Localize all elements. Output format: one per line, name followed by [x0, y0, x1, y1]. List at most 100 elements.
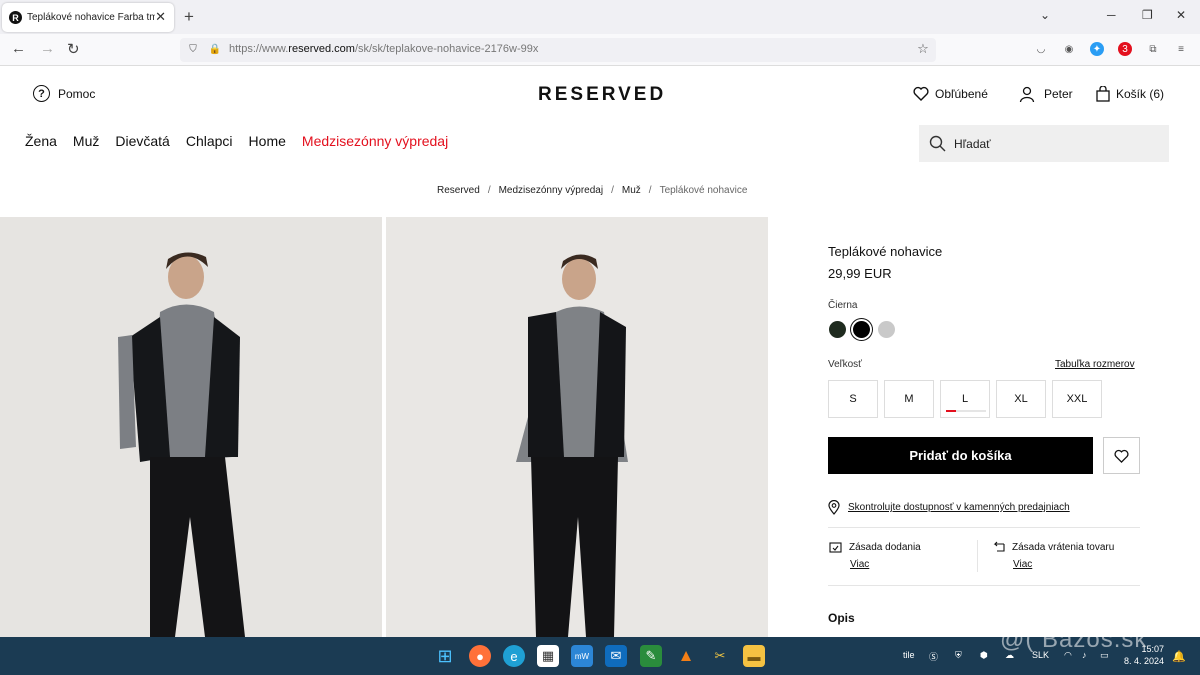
breadcrumb-current: Teplákové nohavice	[659, 185, 748, 196]
breadcrumb-separator: /	[487, 185, 491, 196]
extension-red-icon[interactable]: 3	[1118, 42, 1132, 56]
forward-icon[interactable]: →	[40, 40, 55, 57]
breadcrumb-item[interactable]: Medzisezónny výpredaj	[499, 185, 604, 196]
account-icon[interactable]: ◉	[1062, 42, 1076, 56]
help-link[interactable]: ? Pomoc	[33, 85, 95, 102]
back-icon[interactable]: ←	[11, 40, 26, 57]
file-explorer-icon[interactable]: ▬	[743, 645, 765, 667]
nav-item-zena[interactable]: Žena	[25, 133, 57, 149]
product-name: Teplákové nohavice	[828, 244, 943, 259]
product-photo-1[interactable]	[0, 217, 382, 637]
add-to-favorites-button[interactable]	[1103, 437, 1140, 474]
nav-item-dievcata[interactable]: Dievčatá	[115, 133, 169, 149]
firefox-icon[interactable]: ●	[469, 645, 491, 667]
size-option-m[interactable]: M	[884, 380, 934, 418]
search-icon	[929, 135, 946, 152]
tab-list-chevron-icon[interactable]: ⌄	[1040, 8, 1050, 22]
question-icon: ?	[33, 85, 50, 102]
nav-item-home[interactable]: Home	[249, 133, 286, 149]
color-swatch-grey[interactable]	[878, 321, 895, 338]
low-stock-fill	[946, 410, 956, 412]
reserved-favicon-icon: R	[9, 11, 22, 24]
app-icon[interactable]: ✎	[640, 645, 662, 667]
size-option-s[interactable]: S	[828, 380, 878, 418]
nav-item-muz[interactable]: Muž	[73, 133, 99, 149]
lock-icon: 🔒	[208, 43, 222, 55]
main-navigation: Žena Muž Dievčatá Chlapci Home Medzisezó…	[25, 133, 448, 149]
color-label: Čierna	[828, 300, 858, 311]
product-photo-2[interactable]	[386, 217, 768, 637]
edge-icon[interactable]: e	[503, 645, 525, 667]
store-availability-label: Skontrolujte dostupnosť v kamenných pred…	[848, 502, 1070, 513]
bag-icon	[1096, 86, 1110, 102]
breadcrumb: Reserved / Medzisezónny výpredaj / Muž / Te…	[437, 185, 747, 196]
breadcrumb-separator: /	[648, 185, 652, 196]
store-icon[interactable]: ▦	[537, 645, 559, 667]
size-option-xl[interactable]: XL	[996, 380, 1046, 418]
mail-icon[interactable]: ✉	[605, 645, 627, 667]
reload-icon[interactable]: ↻	[67, 40, 80, 58]
description-heading[interactable]: Opis	[828, 611, 855, 625]
low-stock-indicator	[946, 410, 986, 412]
search-placeholder: Hľadať	[954, 136, 991, 151]
user-icon	[1019, 86, 1035, 102]
url-text[interactable]: https://www.reserved.com/sk/sk/teplakove…	[229, 43, 538, 55]
heart-icon	[913, 86, 929, 101]
cart-link[interactable]: Košík (6)	[1096, 86, 1164, 102]
size-chart-link[interactable]: Tabuľka rozmerov	[1055, 359, 1135, 370]
location-pin-icon	[828, 500, 840, 515]
browser-tabbar: R Teplákové nohavice Farba tmavo ✕ + ⌄ ─…	[0, 0, 1200, 34]
notification-bell-icon[interactable]: 🔔	[1172, 650, 1186, 663]
store-availability-link[interactable]: Skontrolujte dostupnosť v kamenných pred…	[828, 500, 1070, 515]
delivery-policy: Zásada dodania Viac	[829, 541, 921, 570]
watermark: @( Bazos.sk	[1000, 626, 1148, 653]
vpn-icon[interactable]: ⬢	[980, 650, 988, 661]
return-arrow-icon	[993, 541, 1005, 552]
divider	[977, 540, 978, 572]
pocket-icon[interactable]: ◡	[1034, 42, 1048, 56]
defender-icon[interactable]: ⛨	[955, 650, 962, 661]
clock-date: 8. 4. 2024	[1124, 656, 1165, 666]
close-tab-icon[interactable]: ✕	[155, 9, 166, 25]
extension-blue-icon[interactable]: ✦	[1090, 42, 1104, 56]
tools-icon[interactable]: ✂	[709, 645, 731, 667]
menu-icon[interactable]: ≡	[1174, 42, 1188, 56]
delivery-policy-label: Zásada dodania	[849, 541, 921, 553]
user-label: Peter	[1044, 87, 1073, 101]
windows-start-icon[interactable]: ⊞	[434, 645, 456, 667]
size-option-l-label: L	[961, 393, 969, 405]
tab-title: Teplákové nohavice Farba tmavo	[27, 12, 155, 23]
color-swatch-black[interactable]	[853, 321, 870, 338]
browser-tab[interactable]: R Teplákové nohavice Farba tmavo ✕	[2, 3, 174, 32]
return-more-link[interactable]: Viac	[1013, 559, 1114, 570]
size-option-xxl[interactable]: XXL	[1052, 380, 1102, 418]
heart-icon	[1114, 449, 1129, 463]
extensions-puzzle-icon[interactable]: ⧉	[1146, 42, 1160, 56]
color-swatch-dark-green[interactable]	[829, 321, 846, 338]
minimize-icon[interactable]: ─	[1107, 8, 1116, 22]
search-input[interactable]: Hľadať	[919, 125, 1169, 162]
breadcrumb-item[interactable]: Reserved	[437, 185, 480, 196]
new-tab-icon[interactable]: +	[184, 7, 194, 27]
skype-icon[interactable]: Ⓢ	[929, 650, 938, 663]
nav-item-chlapci[interactable]: Chlapci	[186, 133, 233, 149]
close-window-icon[interactable]: ✕	[1176, 8, 1186, 22]
help-label: Pomoc	[58, 86, 96, 101]
tray-tile-label[interactable]: tile	[903, 650, 915, 660]
site-logo[interactable]: RESERVED	[538, 84, 666, 106]
add-to-cart-button[interactable]: Pridať do košíka	[828, 437, 1093, 474]
mobile-app-icon[interactable]: mW	[571, 645, 593, 667]
restore-icon[interactable]: ❐	[1142, 8, 1153, 22]
account-link[interactable]: Peter	[1019, 86, 1073, 102]
delivery-more-link[interactable]: Viac	[850, 559, 921, 570]
calendar-truck-icon	[829, 542, 842, 553]
return-policy-label: Zásada vrátenia tovaru	[1012, 541, 1115, 553]
favorites-link[interactable]: Obľúbené	[913, 86, 988, 101]
breadcrumb-item[interactable]: Muž	[622, 185, 641, 196]
nav-item-sale[interactable]: Medzisezónny výpredaj	[302, 133, 448, 149]
breadcrumb-separator: /	[611, 185, 614, 196]
shield-icon[interactable]: ⛉	[186, 42, 200, 56]
size-option-l[interactable]: L	[940, 380, 990, 418]
vlc-icon[interactable]: ▲	[675, 645, 697, 667]
bookmark-star-icon[interactable]: ☆	[916, 41, 930, 56]
